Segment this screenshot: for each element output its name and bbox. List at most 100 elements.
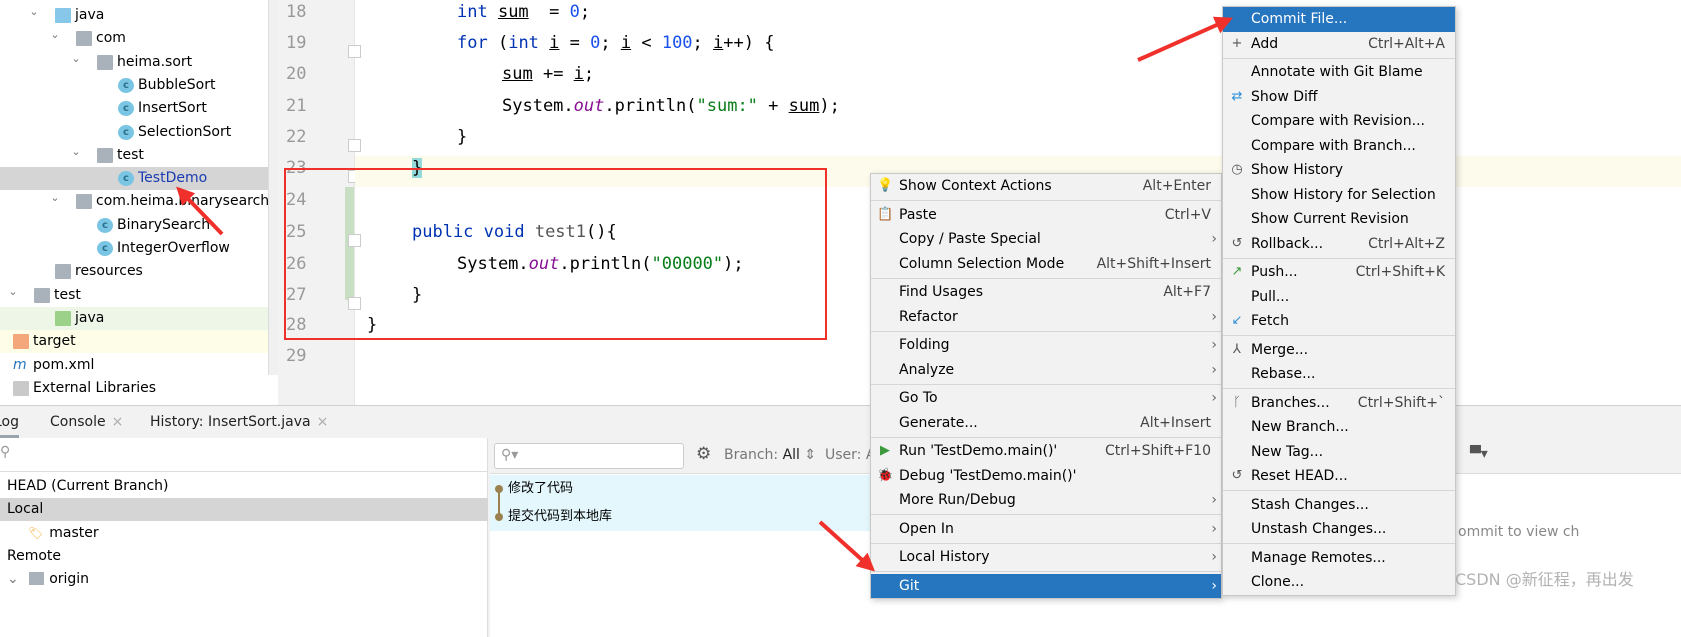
project-tree-scrollbar[interactable] [268,0,278,375]
code-line[interactable]: int sum = 0; [457,2,590,22]
menu-item-clone[interactable]: Clone... [1223,570,1455,595]
tree-item[interactable]: c IntegerOverflow [0,237,268,260]
menu-item-stash-changes[interactable]: Stash Changes... [1223,493,1455,518]
branch-filter[interactable]: Branch: All ⇕ User: A [724,447,875,463]
tree-item[interactable]: ⌄ java [0,4,268,27]
tree-item[interactable]: target [0,330,268,354]
menu-item-new-tag[interactable]: New Tag... [1223,440,1455,465]
chevron-down-icon[interactable]: ⌄ [69,47,83,70]
menu-item-run-testdemo-main[interactable]: ▶ Run 'TestDemo.main()' Ctrl+Shift+F10 [871,439,1221,464]
menu-item-paste[interactable]: 📋 Paste Ctrl+V [871,203,1221,228]
tree-item-label: pom.xml [33,356,95,373]
branch-item[interactable]: Local [0,498,488,522]
tree-item[interactable]: ⌄com.heima.binarysearch [0,190,269,213]
tree-item[interactable]: ⌄ test [0,144,268,167]
excluded-folder-icon [13,334,29,350]
menu-item-find-usages[interactable]: Find Usages Alt+F7 [871,280,1221,305]
menu-item-debug-testdemo-main[interactable]: 🐞 Debug 'TestDemo.main()' [871,464,1221,489]
menu-item-analyze[interactable]: Analyze › [871,358,1221,383]
menu-item-show-history-for-selection[interactable]: Show History for Selection [1223,183,1455,208]
code-line[interactable]: System.out.println("sum:" + sum); [502,96,840,116]
menu-item-refactor[interactable]: Refactor › [871,305,1221,330]
tree-item[interactable]: java [0,306,268,330]
code-token: .println( [604,96,697,116]
chevron-down-icon[interactable]: ⌄ [27,0,41,23]
menu-item-branches[interactable]: ᚴ Branches... Ctrl+Shift+` [1223,391,1455,416]
menu-item-unstash-changes[interactable]: Unstash Changes... [1223,517,1455,542]
maven-icon: m [13,356,27,373]
menu-item-add[interactable]: + Add Ctrl+Alt+A [1223,32,1455,57]
menu-item-push[interactable]: ↗ Push... Ctrl+Shift+K [1223,260,1455,285]
menu-item-fetch[interactable]: ↙ Fetch [1223,309,1455,334]
tab-log[interactable]: Log [0,414,20,438]
chevron-down-icon[interactable]: ⌄ [48,23,62,46]
gear-icon[interactable]: ⚙ [696,444,711,464]
tab-console[interactable]: Console × [50,414,123,430]
tree-item[interactable]: c InsertSort [0,97,268,120]
menu-item-label: Add [1251,35,1279,52]
menu-item-show-history[interactable]: ◷ Show History [1223,158,1455,183]
chevron-down-icon[interactable]: ⌄ [7,571,23,587]
chevron-down-icon[interactable]: ⌄ [69,140,83,163]
chevron-down-icon[interactable]: ⌄ [6,280,20,303]
code-line[interactable]: } [457,127,467,147]
code-token: ( [497,33,509,53]
menu-item-label: Run 'TestDemo.main()' [899,443,1058,459]
menu-item-compare-with-revision[interactable]: Compare with Revision... [1223,109,1455,134]
branch-item[interactable]: HEAD (Current Branch) [0,475,488,498]
commit-row[interactable]: 提交代码到本地库 [490,505,612,529]
menu-item-label: Manage Remotes... [1251,549,1386,566]
tab-history[interactable]: History: InsertSort.java × [150,414,328,430]
code-line[interactable]: sum += i; [502,64,594,84]
menu-item-open-in[interactable]: Open In › [871,517,1221,542]
close-icon[interactable]: × [317,414,329,430]
menu-item-rollback[interactable]: ↺ Rollback... Ctrl+Alt+Z [1223,232,1455,257]
tree-item[interactable]: c BubbleSort [0,74,268,97]
menu-item-show-context-actions[interactable]: 💡 Show Context Actions Alt+Enter [871,174,1221,199]
tree-item[interactable]: c TestDemo [0,167,268,191]
tree-item[interactable]: External Libraries [0,377,268,400]
menu-item-annotate-with-git-blame[interactable]: Annotate with Git Blame [1223,60,1455,85]
menu-item-new-branch[interactable]: New Branch... [1223,415,1455,440]
branch-item[interactable]: ⌄ origin [0,568,488,591]
menu-item-copy-paste-special[interactable]: Copy / Paste Special › [871,227,1221,252]
menu-item-folding[interactable]: Folding › [871,333,1221,358]
menu-item-more-run-debug[interactable]: More Run/Debug › [871,488,1221,513]
tree-item-label: BubbleSort [138,76,216,93]
tree-item[interactable]: c SelectionSort [0,121,268,144]
log-search-input[interactable]: ⚲▾ [494,443,684,469]
tree-item[interactable]: resources [0,260,268,283]
tree-item[interactable]: c BinarySearch [0,214,268,237]
branch-item[interactable]: Remote [0,545,488,568]
code-token: for [457,33,498,53]
code-line[interactable]: for (int i = 0; i < 100; i++) { [457,33,774,53]
menu-item-go-to[interactable]: Go To › [871,386,1221,411]
tree-item[interactable]: ⌄ com [0,27,268,50]
chevron-down-icon[interactable]: ⌄ [48,186,62,209]
branch-item[interactable]: 🏷 master [0,522,488,545]
commit-row[interactable]: 修改了代码 [490,477,573,501]
menu-item-commit-file[interactable]: Commit File... [1223,7,1455,32]
menu-item-pull[interactable]: Pull... [1223,285,1455,310]
menu-item-compare-with-branch[interactable]: Compare with Branch... [1223,134,1455,159]
menu-item-show-current-revision[interactable]: Show Current Revision [1223,207,1455,232]
menu-item-merge[interactable]: ⅄ Merge... [1223,338,1455,363]
layout-icon[interactable]: ▀▾ [1470,446,1488,462]
menu-item-column-selection-mode[interactable]: Column Selection Mode Alt+Shift+Insert [871,252,1221,277]
tree-item[interactable]: ⌄ test [0,284,268,307]
tree-item[interactable]: ⌄ heima.sort [0,51,268,74]
tree-item[interactable]: m pom.xml [0,354,268,377]
branch-filter-label: Branch: [724,447,779,463]
menu-item-generate[interactable]: Generate... Alt+Insert [871,411,1221,436]
menu-item-reset-head[interactable]: ↺ Reset HEAD... [1223,464,1455,489]
menu-item-manage-remotes[interactable]: Manage Remotes... [1223,546,1455,571]
menu-item-show-diff[interactable]: ⇄ Show Diff [1223,85,1455,110]
user-filter[interactable]: User: A [825,447,875,463]
menu-item-git[interactable]: Git › [871,573,1221,598]
tree-item-label: resources [75,263,143,280]
menu-item-local-history[interactable]: Local History › [871,545,1221,570]
code-token: ++) { [723,33,775,53]
menu-item-rebase[interactable]: Rebase... [1223,362,1455,387]
close-icon[interactable]: × [112,414,124,430]
branch-search-icon[interactable]: ⚲ [0,438,488,472]
